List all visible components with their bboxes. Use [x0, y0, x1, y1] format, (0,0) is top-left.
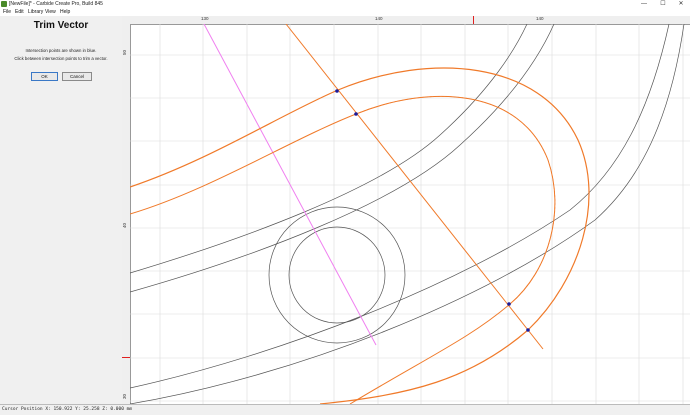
left-ruler-label: 40: [122, 223, 127, 229]
window-title: [NewFile]* - Carbide Create Pro, Build 8…: [9, 1, 103, 7]
orange-trim-line[interactable]: [285, 24, 544, 350]
title-bar: [NewFile]* - Carbide Create Pro, Build 8…: [0, 0, 690, 9]
top-ruler-label: 140: [536, 16, 544, 21]
app-logo-icon: [1, 1, 7, 7]
gray-curve[interactable]: [130, 24, 528, 274]
close-button[interactable]: ✕: [674, 0, 688, 9]
canvas-drawing[interactable]: [130, 24, 690, 404]
top-ruler-label: 130: [201, 16, 209, 21]
grid: [130, 24, 690, 404]
menu-bar: File Edit Library View Help: [0, 9, 690, 16]
menu-library[interactable]: Library: [28, 9, 43, 16]
menu-edit[interactable]: Edit: [15, 9, 24, 16]
cancel-button[interactable]: Cancel: [62, 72, 92, 81]
intersection-point[interactable]: [354, 112, 358, 116]
instruction-line-1: Intersection points are shown in blue.: [25, 48, 97, 53]
orange-arc-outer[interactable]: [130, 67, 590, 404]
instruction-line-2: Click between intersection points to tri…: [14, 56, 108, 61]
gray-curve[interactable]: [130, 24, 555, 293]
gray-curve[interactable]: [130, 24, 685, 404]
cursor-marker-y: [122, 357, 130, 358]
inner-circle[interactable]: [288, 226, 386, 324]
intersection-point[interactable]: [526, 328, 530, 332]
orange-arc-dashed[interactable]: [355, 96, 556, 305]
tool-panel: Trim Vector Intersection points are show…: [0, 16, 122, 404]
left-ruler-label: 30: [122, 394, 127, 400]
status-bar: Cursor Position X: 150.922 Y: 25.258 Z: …: [0, 404, 690, 415]
left-ruler-label: 50: [122, 50, 127, 56]
menu-view[interactable]: View: [45, 9, 56, 16]
cursor-position-readout: Cursor Position X: 150.922 Y: 25.258 Z: …: [2, 407, 133, 412]
panel-title: Trim Vector: [33, 20, 89, 31]
menu-help[interactable]: Help: [60, 9, 70, 16]
intersection-point[interactable]: [507, 302, 511, 306]
cursor-marker-x: [473, 16, 474, 24]
maximize-button[interactable]: ☐: [656, 0, 670, 9]
outer-circle[interactable]: [268, 206, 406, 344]
minimize-button[interactable]: —: [637, 0, 651, 9]
menu-file[interactable]: File: [3, 9, 11, 16]
intersection-point[interactable]: [335, 89, 339, 93]
ok-button[interactable]: OK: [31, 72, 58, 81]
design-canvas[interactable]: [130, 24, 690, 404]
top-ruler-label: 140: [375, 16, 383, 21]
